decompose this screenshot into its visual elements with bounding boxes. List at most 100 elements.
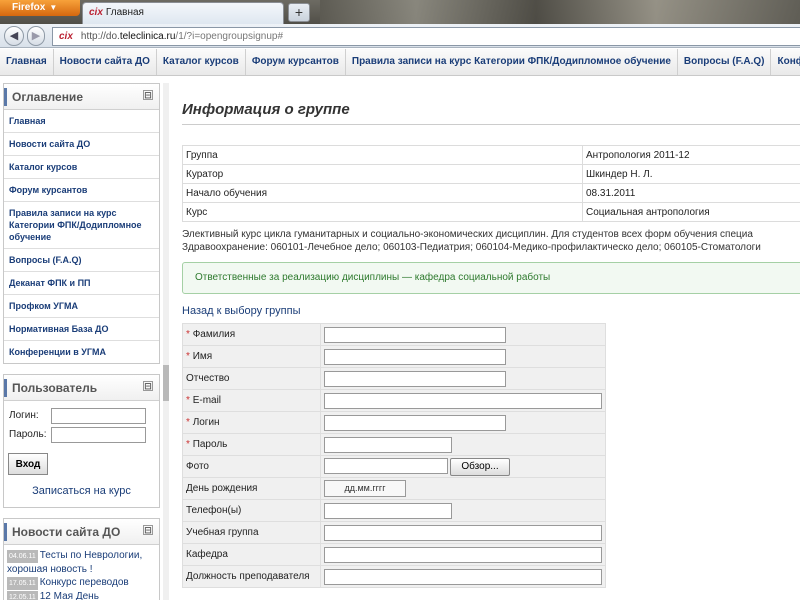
topmenu-faq[interactable]: Вопросы (F.A.Q) — [678, 49, 772, 75]
header-accent — [4, 379, 7, 397]
left-sidebar: Оглавление ⊟ Главная Новости сайта ДО Ка… — [3, 83, 160, 600]
user-header: Пользователь ⊟ — [4, 375, 159, 401]
phone-label: Телефон(ы) — [182, 499, 321, 522]
toc-block: Оглавление ⊟ Главная Новости сайта ДО Ка… — [3, 83, 160, 364]
login-button[interactable]: Вход — [8, 453, 48, 475]
table-row: Начало обучения 08.31.2011 — [182, 183, 800, 203]
department-label: Кафедра — [182, 543, 321, 566]
enroll-link[interactable]: Записаться на курс — [8, 485, 155, 497]
group-info-table: Группа Антропология 2011-12 Куратор Шкинде… — [182, 145, 800, 222]
required-mark: * — [186, 329, 190, 340]
topmenu-news[interactable]: Новости сайта ДО — [54, 49, 157, 75]
sidebar-item-regulations[interactable]: Нормативная База ДО — [4, 318, 159, 341]
responsible-notice: Ответственные за реализацию дисциплины —… — [182, 262, 800, 294]
photo-label: Фото — [182, 455, 321, 478]
course-description: Элективный курс цикла гуманитарных и соц… — [182, 228, 800, 254]
name-input[interactable] — [324, 348, 506, 365]
form-row-patronymic: Отчество — [182, 367, 606, 390]
site-favicon-icon: cix — [89, 7, 103, 18]
info-value: Антропология 2011-12 — [582, 145, 800, 165]
firefox-menu-button[interactable]: Firefox ▼ — [0, 0, 80, 16]
topmenu-catalog[interactable]: Каталог курсов — [157, 49, 246, 75]
form-row-photo: Фото Обзор... — [182, 455, 606, 478]
info-key: Группа — [182, 145, 583, 165]
topmenu-rules[interactable]: Правила записи на курс Категории ФПК/Дод… — [346, 49, 678, 75]
header-accent — [4, 88, 7, 106]
news-item: 12.05.11 12 Мая День — [7, 590, 156, 600]
form-row-name: * Имя — [182, 345, 606, 368]
password-input[interactable] — [51, 427, 146, 443]
login-input[interactable] — [51, 408, 146, 424]
url-domain: teleclinica.ru — [119, 31, 176, 42]
forward-arrow-icon[interactable]: ▶ — [27, 26, 45, 46]
study-group-cell — [320, 521, 606, 544]
sidebar-scrollbar[interactable] — [163, 83, 169, 600]
patronymic-cell — [320, 367, 606, 390]
news-link[interactable]: 12 Мая День — [40, 591, 99, 600]
collapse-icon[interactable]: ⊟ — [143, 525, 153, 535]
login-field-label: * Логин — [182, 411, 321, 434]
surname-input[interactable] — [324, 326, 506, 343]
sidebar-item-catalog[interactable]: Каталог курсов — [4, 156, 159, 179]
topmenu-home[interactable]: Главная — [0, 49, 54, 75]
password-row: Пароль: — [8, 426, 155, 445]
main-content: Информация о группе Группа Антропология 2… — [182, 83, 800, 588]
department-input[interactable] — [324, 546, 602, 563]
sidebar-item-rules[interactable]: Правила записи на курс Категории ФПК/Дод… — [4, 202, 159, 249]
news-list: 04.06.11 Тесты по Неврологии, хорошая нов… — [4, 545, 159, 600]
collapse-icon[interactable]: ⊟ — [143, 381, 153, 391]
info-value: Социальная антропология — [582, 202, 800, 222]
teacher-position-input[interactable] — [324, 568, 602, 585]
email-label: * E-mail — [182, 389, 321, 412]
collapse-icon[interactable]: ⊟ — [143, 90, 153, 100]
email-input[interactable] — [324, 392, 602, 409]
photo-path-input[interactable] — [324, 457, 448, 474]
sidebar-item-dean[interactable]: Деканат ФПК и ПП — [4, 272, 159, 295]
browse-button[interactable]: Обзор... — [450, 457, 510, 476]
topmenu-conferences[interactable]: Конференции в УГМА — [771, 49, 800, 75]
form-row-password: * Пароль — [182, 433, 606, 456]
birthday-date-picker[interactable]: дд.мм.гггг — [324, 480, 406, 497]
study-group-input[interactable] — [324, 524, 602, 541]
scrollbar-thumb[interactable] — [163, 365, 169, 401]
news-date: 04.06.11 — [7, 550, 38, 563]
patronymic-input[interactable] — [324, 370, 506, 387]
form-row-study-group: Учебная группа — [182, 521, 606, 544]
form-row-birthday: День рождения дд.мм.гггг — [182, 477, 606, 500]
sidebar-item-news[interactable]: Новости сайта ДО — [4, 133, 159, 156]
surname-label-text: Фамилия — [192, 329, 236, 340]
sidebar-item-faq[interactable]: Вопросы (F.A.Q) — [4, 249, 159, 272]
info-key: Начало обучения — [182, 183, 583, 203]
news-header: Новости сайта ДО ⊟ — [4, 519, 159, 545]
firefox-menu-label: Firefox — [12, 2, 46, 13]
page-title: Информация о группе — [182, 83, 800, 125]
signup-form: * Фамилия * Имя Отчество * E-mail * Логи… — [182, 323, 606, 588]
name-label: * Имя — [182, 345, 321, 368]
browser-nav-bar: ◀ ▶ cix http://do.teleclinica.ru/1/?i=ope… — [0, 24, 800, 48]
sidebar-item-conferences[interactable]: Конференции в УГМА — [4, 341, 159, 363]
sidebar-item-union[interactable]: Профком УГМА — [4, 295, 159, 318]
news-block: Новости сайта ДО ⊟ 04.06.11 Тесты по Невр… — [3, 518, 160, 600]
url-scheme: http://do. — [80, 31, 120, 42]
topmenu-forum[interactable]: Форум курсантов — [246, 49, 346, 75]
form-row-teacher-position: Должность преподавателя — [182, 565, 606, 588]
login-cell — [320, 411, 606, 434]
teacher-position-label: Должность преподавателя — [182, 565, 321, 588]
login-field-input[interactable] — [324, 414, 506, 431]
login-label-text: Логин — [192, 417, 220, 428]
sidebar-item-forum[interactable]: Форум курсантов — [4, 179, 159, 202]
back-arrow-icon[interactable]: ◀ — [4, 26, 24, 46]
sidebar-item-home[interactable]: Главная — [4, 110, 159, 133]
address-bar[interactable]: cix http://do.teleclinica.ru/1/?i=opengro… — [52, 27, 800, 46]
header-accent — [4, 523, 7, 541]
browser-tab-main[interactable]: cix Главная — [82, 2, 284, 24]
phone-input[interactable] — [324, 502, 452, 519]
news-link[interactable]: Конкурс переводов — [40, 577, 129, 588]
news-date: 12.05.11 — [7, 591, 38, 600]
password-field-input[interactable] — [324, 436, 452, 453]
birthday-cell: дд.мм.гггг — [320, 477, 606, 500]
back-to-groups-link[interactable]: Назад к выбору группы — [182, 305, 800, 317]
table-row: Группа Антропология 2011-12 — [182, 145, 800, 165]
new-tab-button[interactable]: + — [288, 3, 310, 22]
surname-cell — [320, 323, 606, 346]
